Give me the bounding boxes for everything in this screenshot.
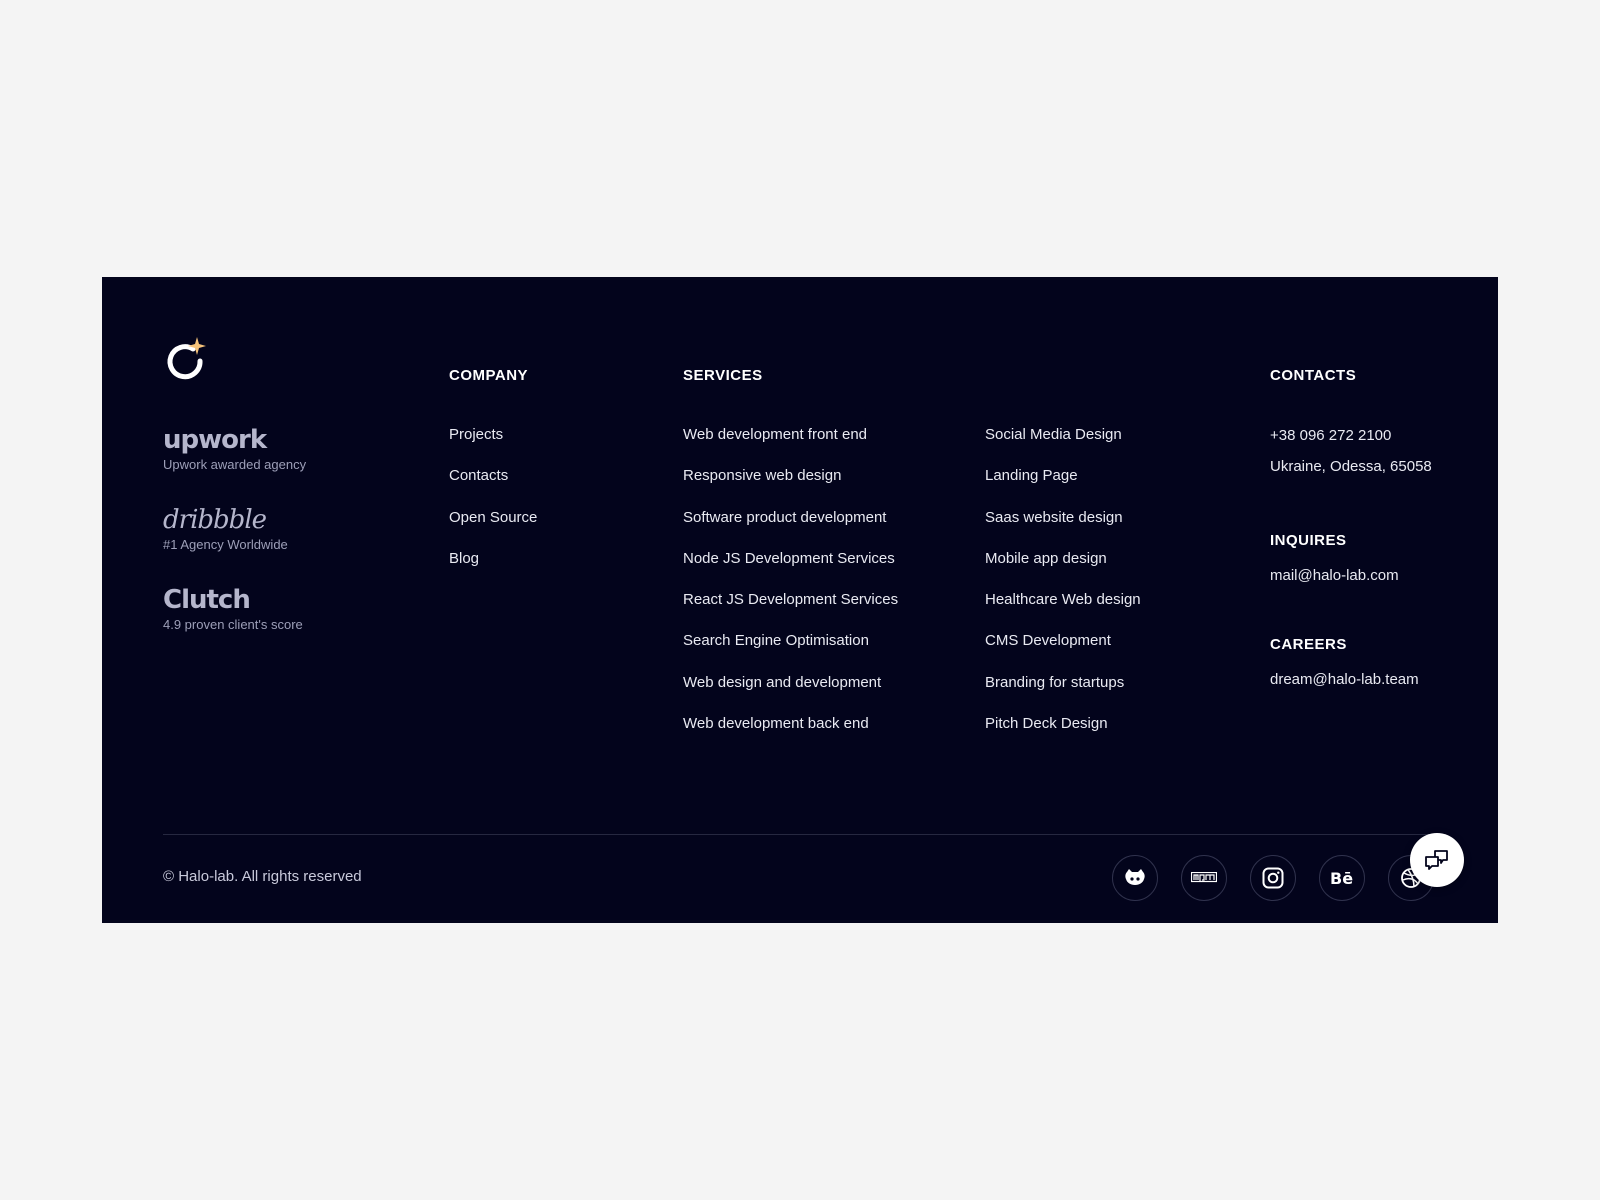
service-link[interactable]: Web development front end — [683, 425, 898, 466]
services-links-col2: Social Media Design Landing Page Saas we… — [985, 425, 1141, 755]
service-link[interactable]: Saas website design — [985, 508, 1141, 549]
chat-button[interactable] — [1410, 833, 1464, 887]
clutch-logo: Clutch — [163, 585, 251, 615]
service-link[interactable]: Responsive web design — [683, 466, 898, 507]
upwork-caption: Upwork awarded agency — [163, 457, 307, 472]
instagram-icon — [1262, 867, 1284, 889]
careers-email[interactable]: dream@halo-lab.team — [1270, 671, 1419, 688]
dribbble-badge[interactable]: dribbble #1 Agency Worldwide — [163, 505, 288, 552]
company-links: Projects Contacts Open Source Blog — [449, 425, 537, 590]
contact-phone[interactable]: +38 096 272 2100 — [1270, 427, 1391, 444]
service-link[interactable]: Web design and development — [683, 673, 898, 714]
service-link[interactable]: Landing Page — [985, 466, 1141, 507]
behance-link[interactable]: Bē — [1319, 855, 1365, 901]
behance-icon: Bē — [1330, 869, 1353, 887]
service-link[interactable]: Software product development — [683, 508, 898, 549]
dribbble-logo: dribbble — [163, 505, 267, 535]
clutch-caption: 4.9 proven client's score — [163, 617, 303, 632]
npm-link[interactable] — [1181, 855, 1227, 901]
upwork-logo: upwork — [163, 425, 267, 455]
inquires-email[interactable]: mail@halo-lab.com — [1270, 567, 1399, 584]
service-link[interactable]: CMS Development — [985, 631, 1141, 672]
inquires-heading: INQUIRES — [1270, 532, 1347, 549]
service-link[interactable]: Web development back end — [683, 714, 898, 755]
service-link[interactable]: Social Media Design — [985, 425, 1141, 466]
chat-bubbles-icon — [1425, 850, 1448, 870]
services-heading: SERVICES — [683, 367, 763, 384]
service-link[interactable]: Mobile app design — [985, 549, 1141, 590]
copyright-text: © Halo-lab. All rights reserved — [163, 868, 362, 885]
service-link[interactable]: Branding for startups — [985, 673, 1141, 714]
instagram-link[interactable] — [1250, 855, 1296, 901]
svg-text:Bē: Bē — [1330, 869, 1353, 887]
service-link[interactable]: React JS Development Services — [683, 590, 898, 631]
clutch-badge[interactable]: Clutch 4.9 proven client's score — [163, 585, 303, 632]
service-link[interactable]: Node JS Development Services — [683, 549, 898, 590]
company-heading: COMPANY — [449, 367, 529, 384]
github-icon — [1125, 869, 1145, 885]
contacts-heading: CONTACTS — [1270, 367, 1357, 384]
site-footer: upwork Upwork awarded agency dribbble #1… — [102, 277, 1498, 923]
company-link-blog[interactable]: Blog — [449, 549, 537, 590]
upwork-badge[interactable]: upwork Upwork awarded agency — [163, 425, 306, 472]
service-link[interactable]: Search Engine Optimisation — [683, 631, 898, 672]
careers-heading: CAREERS — [1270, 636, 1347, 653]
company-link-contacts[interactable]: Contacts — [449, 466, 537, 507]
halo-lab-logo-icon[interactable] — [163, 337, 209, 383]
company-link-projects[interactable]: Projects — [449, 425, 537, 466]
service-link[interactable]: Pitch Deck Design — [985, 714, 1141, 755]
npm-icon — [1191, 872, 1217, 883]
dribbble-caption: #1 Agency Worldwide — [163, 537, 288, 552]
services-links-col1: Web development front end Responsive web… — [683, 425, 898, 755]
service-link[interactable]: Healthcare Web design — [985, 590, 1141, 631]
github-link[interactable] — [1112, 855, 1158, 901]
footer-divider — [163, 834, 1436, 835]
contact-address: Ukraine, Odessa, 65058 — [1270, 458, 1432, 475]
company-link-open-source[interactable]: Open Source — [449, 508, 537, 549]
